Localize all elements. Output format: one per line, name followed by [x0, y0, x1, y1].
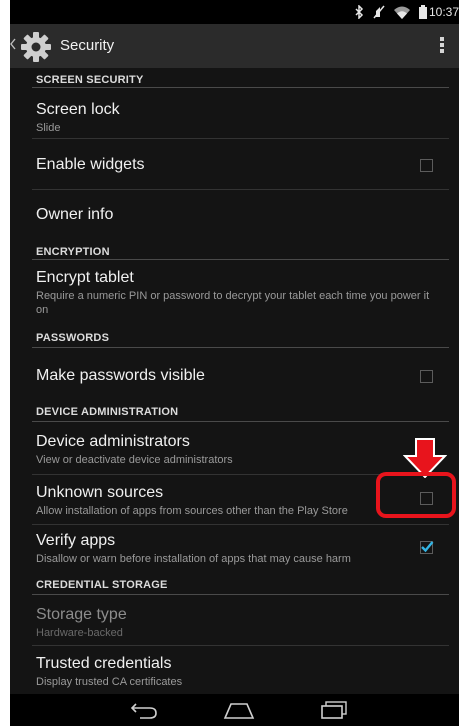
section-header-label: DEVICE ADMINISTRATION: [36, 406, 179, 418]
status-bar: 10:37: [10, 0, 459, 24]
setting-enable-widgets[interactable]: Enable widgets: [10, 139, 459, 189]
setting-title: Owner info: [36, 206, 114, 223]
verify-apps-checkbox[interactable]: [420, 541, 434, 554]
section-header-credential-storage: CREDENTIAL STORAGE: [10, 573, 459, 595]
setting-owner-info[interactable]: Owner info: [10, 190, 459, 240]
setting-verify-apps[interactable]: Verify apps Disallow or warn before inst…: [10, 525, 459, 573]
action-bar: Security: [10, 24, 459, 68]
setting-title: Device administrators: [36, 433, 190, 450]
section-header-device-administration: DEVICE ADMINISTRATION: [10, 400, 459, 422]
wifi-icon: [394, 6, 410, 19]
bluetooth-icon: [355, 5, 364, 19]
setting-summary: Display trusted CA certificates: [36, 676, 183, 688]
setting-title: Screen lock: [36, 101, 120, 118]
section-header-label: SCREEN SECURITY: [36, 74, 144, 86]
section-header-label: ENCRYPTION: [36, 246, 110, 258]
overflow-menu-icon[interactable]: [439, 36, 445, 56]
section-header-label: CREDENTIAL STORAGE: [36, 579, 168, 591]
tablet-screen: 10:37 Security SCREEN SECURITY Screen lo…: [10, 0, 459, 726]
section-header-passwords: PASSWORDS: [10, 326, 459, 348]
setting-title: Verify apps: [36, 532, 116, 549]
up-caret-icon[interactable]: [10, 38, 16, 50]
setting-summary: Disallow or warn before installation of …: [36, 553, 351, 565]
annotation-highlight-box: [376, 472, 456, 518]
setting-device-administrators[interactable]: Device administrators View or deactivate…: [10, 422, 459, 474]
status-time: 10:37: [428, 5, 459, 19]
setting-trusted-credentials[interactable]: Trusted credentials Display trusted CA c…: [10, 646, 459, 694]
enable-widgets-checkbox[interactable]: [420, 159, 433, 172]
setting-title: Storage type: [36, 606, 127, 623]
status-icons: [354, 5, 427, 19]
setting-title: Trusted credentials: [36, 655, 172, 672]
settings-list: SCREEN SECURITY Screen lock Slide Enable…: [10, 68, 459, 694]
recents-icon[interactable]: [320, 700, 348, 720]
setting-title: Unknown sources: [36, 484, 164, 501]
section-header-screen-security: SCREEN SECURITY: [10, 68, 459, 88]
setting-storage-type: Storage type Hardware-backed: [10, 595, 459, 645]
no-sound-icon: [373, 5, 385, 19]
section-header-encryption: ENCRYPTION: [10, 240, 459, 260]
setting-title: Enable widgets: [36, 156, 145, 173]
make-passwords-visible-checkbox[interactable]: [420, 370, 433, 383]
setting-make-passwords-visible[interactable]: Make passwords visible: [10, 348, 459, 400]
checkmark-icon: [421, 541, 434, 553]
section-header-label: PASSWORDS: [36, 332, 110, 344]
setting-title: Encrypt tablet: [36, 269, 134, 286]
setting-summary: Slide: [36, 122, 61, 134]
setting-summary: Hardware-backed: [36, 627, 123, 639]
gear-icon[interactable]: [20, 31, 52, 63]
setting-encrypt-tablet[interactable]: Encrypt tablet Require a numeric PIN or …: [10, 260, 459, 326]
setting-summary: Require a numeric PIN or password to dec…: [36, 290, 430, 316]
page-title: Security: [60, 37, 115, 54]
setting-screen-lock[interactable]: Screen lock Slide: [10, 88, 459, 138]
setting-summary: View or deactivate device administrators: [36, 454, 233, 466]
home-icon[interactable]: [223, 700, 255, 720]
setting-title: Make passwords visible: [36, 367, 205, 384]
back-icon[interactable]: [130, 700, 158, 720]
navigation-bar: [10, 694, 459, 726]
battery-icon: [419, 5, 427, 19]
